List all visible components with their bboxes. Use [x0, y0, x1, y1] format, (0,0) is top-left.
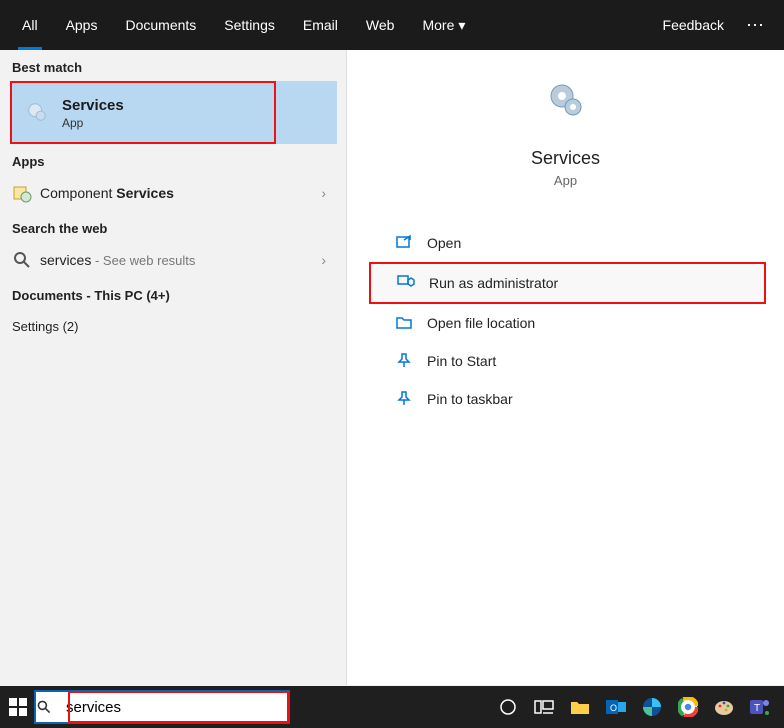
result-component-services[interactable]: Component Services ›: [0, 175, 346, 211]
results-panel: Best match Services App Apps Component S…: [0, 50, 347, 685]
result-web-search[interactable]: services - See web results ›: [0, 242, 346, 278]
action-run-as-administrator[interactable]: Run as administrator: [369, 262, 766, 304]
best-match-subtitle: App: [62, 116, 262, 130]
action-open-file-location[interactable]: Open file location: [369, 304, 766, 342]
action-label: Open: [427, 235, 461, 251]
svg-text:O: O: [610, 703, 617, 713]
file-explorer-icon[interactable]: [562, 686, 598, 728]
tab-web[interactable]: Web: [352, 0, 409, 50]
feedback-link[interactable]: Feedback: [651, 17, 736, 33]
tab-more[interactable]: More ▾: [408, 0, 479, 50]
result-label: Component Services: [40, 185, 174, 201]
teams-icon[interactable]: T: [742, 686, 778, 728]
section-best-match: Best match: [0, 50, 346, 81]
pin-icon: [395, 390, 413, 408]
detail-panel: Services App Open Run as administrator O…: [347, 50, 784, 685]
taskbar-tray: O T: [490, 686, 784, 728]
component-services-icon: [12, 183, 32, 203]
cortana-icon[interactable]: [490, 686, 526, 728]
taskbar: O T: [0, 686, 784, 728]
tab-more-label: More: [422, 17, 454, 33]
search-input[interactable]: [66, 699, 288, 716]
result-label: services - See web results: [40, 252, 195, 268]
best-match-title: Services: [62, 97, 262, 114]
best-match-item[interactable]: Services App: [10, 81, 276, 144]
search-tabs: All Apps Documents Settings Email Web Mo…: [0, 0, 784, 50]
pin-icon: [395, 352, 413, 370]
section-search-web: Search the web: [0, 211, 346, 242]
folder-icon: [395, 314, 413, 332]
action-label: Run as administrator: [429, 275, 558, 291]
search-icon: [12, 250, 32, 270]
chevron-right-icon: ›: [321, 252, 326, 268]
services-gear-icon: [26, 101, 48, 123]
search-icon: [36, 699, 66, 715]
tab-email[interactable]: Email: [289, 0, 352, 50]
section-apps: Apps: [0, 144, 346, 175]
chevron-down-icon: ▾: [458, 17, 465, 34]
tab-documents[interactable]: Documents: [111, 0, 210, 50]
admin-shield-icon: [397, 274, 415, 292]
svg-text:T: T: [754, 703, 760, 714]
services-gear-large-icon: [546, 80, 586, 120]
windows-logo-icon: [9, 698, 27, 716]
section-documents[interactable]: Documents - This PC (4+): [0, 278, 346, 309]
open-icon: [395, 234, 413, 252]
action-pin-to-taskbar[interactable]: Pin to taskbar: [369, 380, 766, 418]
action-label: Open file location: [427, 315, 535, 331]
edge-icon[interactable]: [634, 686, 670, 728]
tab-all[interactable]: All: [8, 0, 52, 50]
action-open[interactable]: Open: [369, 224, 766, 262]
action-label: Pin to Start: [427, 353, 496, 369]
more-options-icon[interactable]: ⋯: [736, 15, 776, 36]
detail-title: Services: [347, 148, 784, 169]
action-pin-to-start[interactable]: Pin to Start: [369, 342, 766, 380]
paint-icon[interactable]: [706, 686, 742, 728]
chrome-icon[interactable]: [670, 686, 706, 728]
section-settings[interactable]: Settings (2): [0, 309, 346, 340]
tab-apps[interactable]: Apps: [52, 0, 112, 50]
task-view-icon[interactable]: [526, 686, 562, 728]
taskbar-search[interactable]: [34, 690, 290, 724]
chevron-right-icon: ›: [321, 185, 326, 201]
outlook-icon[interactable]: O: [598, 686, 634, 728]
action-label: Pin to taskbar: [427, 391, 513, 407]
start-button[interactable]: [0, 686, 36, 728]
detail-subtitle: App: [347, 173, 784, 188]
tab-settings[interactable]: Settings: [210, 0, 289, 50]
